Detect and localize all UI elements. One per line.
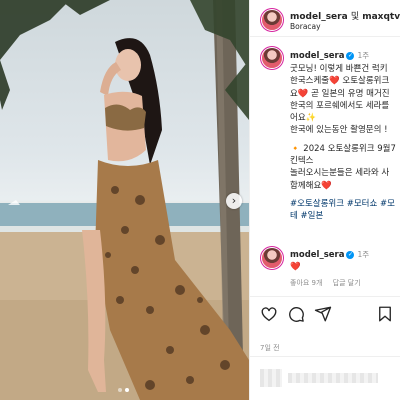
caption-line: 어요✨ bbox=[290, 113, 317, 124]
comment-reply-button[interactable]: 답글 달기 bbox=[333, 279, 361, 287]
post-photo[interactable]: › bbox=[0, 0, 249, 400]
post-side-panel: model_sera 및 maxqtv Boracay model_sera ✓ 1… bbox=[249, 0, 400, 400]
verified-badge-icon: ✓ bbox=[346, 52, 355, 60]
post-time-ago: 7일 전 bbox=[260, 344, 280, 352]
event-line: 놀러오시는분들은 세라와 사 bbox=[290, 168, 390, 179]
caption-avatar[interactable] bbox=[262, 48, 282, 68]
share-icon[interactable] bbox=[314, 305, 332, 323]
event-line: 킨텍스 bbox=[290, 156, 314, 167]
carousel-dot-active bbox=[125, 388, 129, 392]
caption-username[interactable]: model_sera bbox=[290, 51, 344, 61]
action-bar bbox=[250, 296, 400, 336]
add-comment-area bbox=[250, 356, 400, 400]
collab-conjunction: 및 bbox=[350, 12, 360, 22]
comment-icon[interactable] bbox=[287, 305, 305, 323]
carousel-dot bbox=[118, 388, 122, 392]
hashtag-line[interactable]: #오토살롱위크 #모터쇼 #모 bbox=[290, 198, 400, 210]
comment-user-line: model_sera ✓ 1주 bbox=[290, 249, 369, 260]
comment-likes[interactable]: 좋아요 9개 bbox=[290, 279, 322, 287]
author-avatar[interactable] bbox=[262, 10, 282, 30]
verified-badge-icon: ✓ bbox=[346, 251, 355, 259]
blurred-text bbox=[288, 373, 378, 383]
comment-username[interactable]: model_sera bbox=[290, 250, 344, 260]
bookmark-icon[interactable] bbox=[376, 305, 394, 323]
comment-meta: 좋아요 9개 답글 달기 bbox=[290, 278, 369, 288]
caption-line: 요❤️ 곧 일본의 유명 매거진 bbox=[290, 88, 390, 99]
blurred-avatar bbox=[260, 369, 282, 387]
caption-line: 한국의 포르쉐에서도 세라를 bbox=[290, 100, 390, 111]
caption-time: 1주 bbox=[357, 51, 370, 60]
photo-scene bbox=[0, 0, 249, 400]
caption-user-line: model_sera ✓ 1주 bbox=[290, 50, 369, 61]
hashtag-line[interactable]: 테 #일본 bbox=[290, 210, 400, 222]
post-location[interactable]: Boracay bbox=[290, 22, 321, 31]
heart-icon[interactable] bbox=[260, 305, 278, 323]
comment-text: ❤️ bbox=[290, 262, 301, 272]
chevron-right-icon: › bbox=[231, 194, 237, 207]
post-header: model_sera 및 maxqtv Boracay bbox=[250, 0, 400, 37]
author-username[interactable]: model_sera bbox=[290, 12, 348, 22]
collaborator-username[interactable]: maxqtv bbox=[362, 12, 400, 22]
event-line: 함께해요❤️ bbox=[290, 180, 332, 191]
comment-avatar[interactable] bbox=[262, 248, 282, 268]
caption-line: 한국스케줄❤️ 오토살롱위크 bbox=[290, 76, 390, 87]
comment-time: 1주 bbox=[357, 250, 370, 259]
caption-line: 굿모닝! 이렇게 바쁜건 럭키 bbox=[290, 64, 388, 74]
carousel-next-button[interactable]: › bbox=[226, 193, 242, 209]
event-line: 🔸 2024 오토살롱위크 9월7 bbox=[290, 143, 396, 154]
caption-text: 굿모닝! 이렇게 바쁜건 럭키 한국스케줄❤️ 오토살롱위크 요❤️ 곧 일본의… bbox=[290, 63, 400, 223]
caption-line: 한국에 있는동안 촬영문의 ! bbox=[290, 125, 388, 136]
post-authors: model_sera 및 maxqtv bbox=[290, 9, 400, 22]
